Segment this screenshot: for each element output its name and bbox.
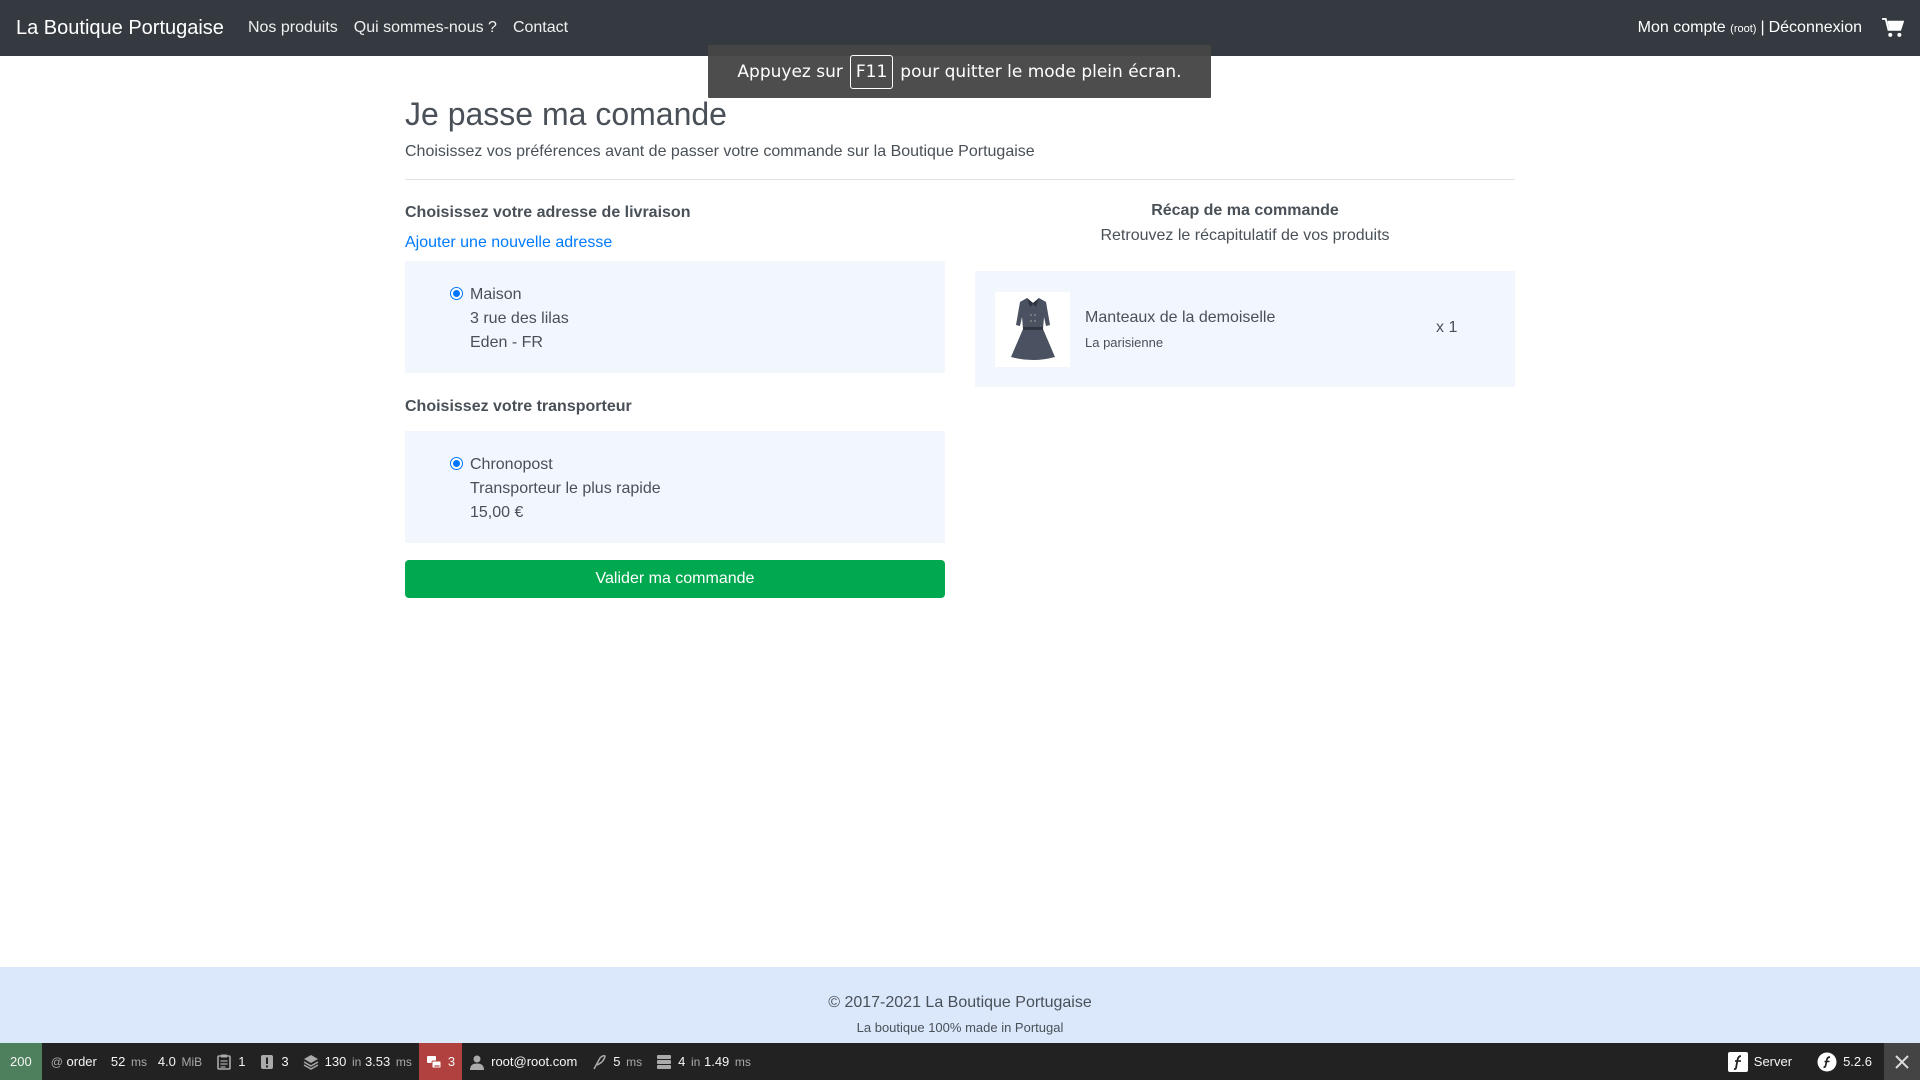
product-image (995, 291, 1070, 367)
symfony-logo-icon (1727, 1051, 1748, 1072)
brand-link[interactable]: La Boutique Portugaise (16, 17, 224, 40)
product-name: Manteaux de la demoiselle (1085, 308, 1276, 326)
divider (405, 179, 1515, 180)
address-option[interactable]: Maison 3 rue des lilas Eden - FR (405, 261, 945, 373)
user-icon (470, 1055, 485, 1070)
carrier-radio[interactable] (450, 457, 463, 470)
toolbar-time[interactable]: 52 ms 4.0 MiB (104, 1043, 209, 1080)
footer-copyright: © 2017-2021 La Boutique Portugaise (828, 994, 1092, 1011)
carrier-heading: Choisissez votre transporteur (405, 398, 632, 415)
toolbar-version[interactable]: 5.2.6 (1810, 1043, 1884, 1080)
debug-toolbar: 200 @ order 52 ms 4.0 MiB 1 3 130 in 3.5… (0, 1043, 1920, 1080)
nav-link-contact[interactable]: Contact (513, 19, 568, 37)
layers-icon (303, 1054, 319, 1070)
account-area: Mon compte (root) | Déconnexion (1638, 18, 1904, 38)
order-form: Choisissez votre adresse de livraison Aj… (405, 204, 945, 598)
toolbar-twig[interactable]: 130 in 3.53 ms (296, 1043, 419, 1080)
footer-tagline: La boutique 100% made in Portugal (856, 1020, 1064, 1035)
account-link[interactable]: Mon compte (root) (1638, 19, 1757, 37)
toolbar-close-button[interactable] (1884, 1043, 1920, 1080)
carrier-option[interactable]: Chronopost Transporteur le plus rapide 1… (405, 431, 945, 543)
feather-icon (593, 1054, 607, 1069)
add-address-link[interactable]: Ajouter une nouvelle adresse (405, 234, 945, 252)
carrier-description: Transporteur le plus rapide (470, 480, 661, 497)
carrier-name: Chronopost (470, 456, 553, 473)
coat-image (1010, 298, 1055, 360)
product-quantity: x 1 (1436, 319, 1458, 336)
symfony-circle-icon (1817, 1052, 1837, 1071)
address-heading: Choisissez votre adresse de livraison (405, 204, 691, 221)
toolbar-route[interactable]: @ order (42, 1043, 104, 1080)
address-radio[interactable] (450, 287, 463, 300)
recap-title: Récap de ma commande (1151, 202, 1339, 219)
f11-key: F11 (849, 54, 894, 89)
page-footer: © 2017-2021 La Boutique Portugaise La bo… (0, 967, 1920, 1043)
address-line2: Eden - FR (470, 334, 543, 351)
database-icon (657, 1054, 672, 1069)
logout-link[interactable]: Déconnexion (1769, 19, 1862, 37)
recap-subtitle: Retrouvez le récapitulatif de vos produi… (1100, 227, 1390, 244)
toolbar-logs[interactable]: 1 (209, 1043, 252, 1080)
cart-icon[interactable] (1882, 18, 1904, 38)
product-brand: La parisienne (1085, 334, 1164, 350)
address-name: Maison (470, 286, 522, 303)
order-recap: Récap de ma commande Retrouvez le récapi… (975, 202, 1515, 387)
toolbar-exceptions[interactable]: 3 (252, 1043, 295, 1080)
clipboard-icon (217, 1054, 231, 1070)
validate-order-button[interactable]: Valider ma commande (405, 560, 945, 598)
page-subtitle: Choisissez vos préférences avant de pass… (405, 143, 1035, 160)
account-username: (root) (1730, 23, 1757, 35)
toolbar-user[interactable]: root@root.com (462, 1043, 584, 1080)
toolbar-memory: 4.0 (157, 1054, 176, 1069)
page-title: Je passe ma comande (405, 96, 727, 132)
fullscreen-notice: Appuyez sur F11 pour quitter le mode ple… (708, 45, 1211, 98)
recap-item: Manteaux de la demoiselle La parisienne … (975, 271, 1515, 387)
close-icon (1895, 1054, 1909, 1069)
address-line1: 3 rue des lilas (470, 310, 569, 327)
nav-link-products[interactable]: Nos produits (248, 19, 338, 37)
nav-link-about[interactable]: Qui sommes-nous ? (354, 19, 497, 37)
carrier-price: 15,00 € (470, 504, 524, 521)
toolbar-server[interactable]: Server (1721, 1043, 1810, 1080)
nav-separator: | (1760, 19, 1765, 36)
main-content: Je passe ma comande Choisissez vos préfé… (405, 92, 1515, 598)
status-code-badge[interactable]: 200 (0, 1043, 42, 1080)
translation-icon (426, 1055, 442, 1068)
warning-icon (261, 1054, 274, 1069)
toolbar-database[interactable]: 4 in 1.49 ms (649, 1043, 758, 1080)
toolbar-translations[interactable]: 3 (418, 1043, 463, 1080)
toolbar-cache[interactable]: 5 ms (584, 1043, 649, 1080)
